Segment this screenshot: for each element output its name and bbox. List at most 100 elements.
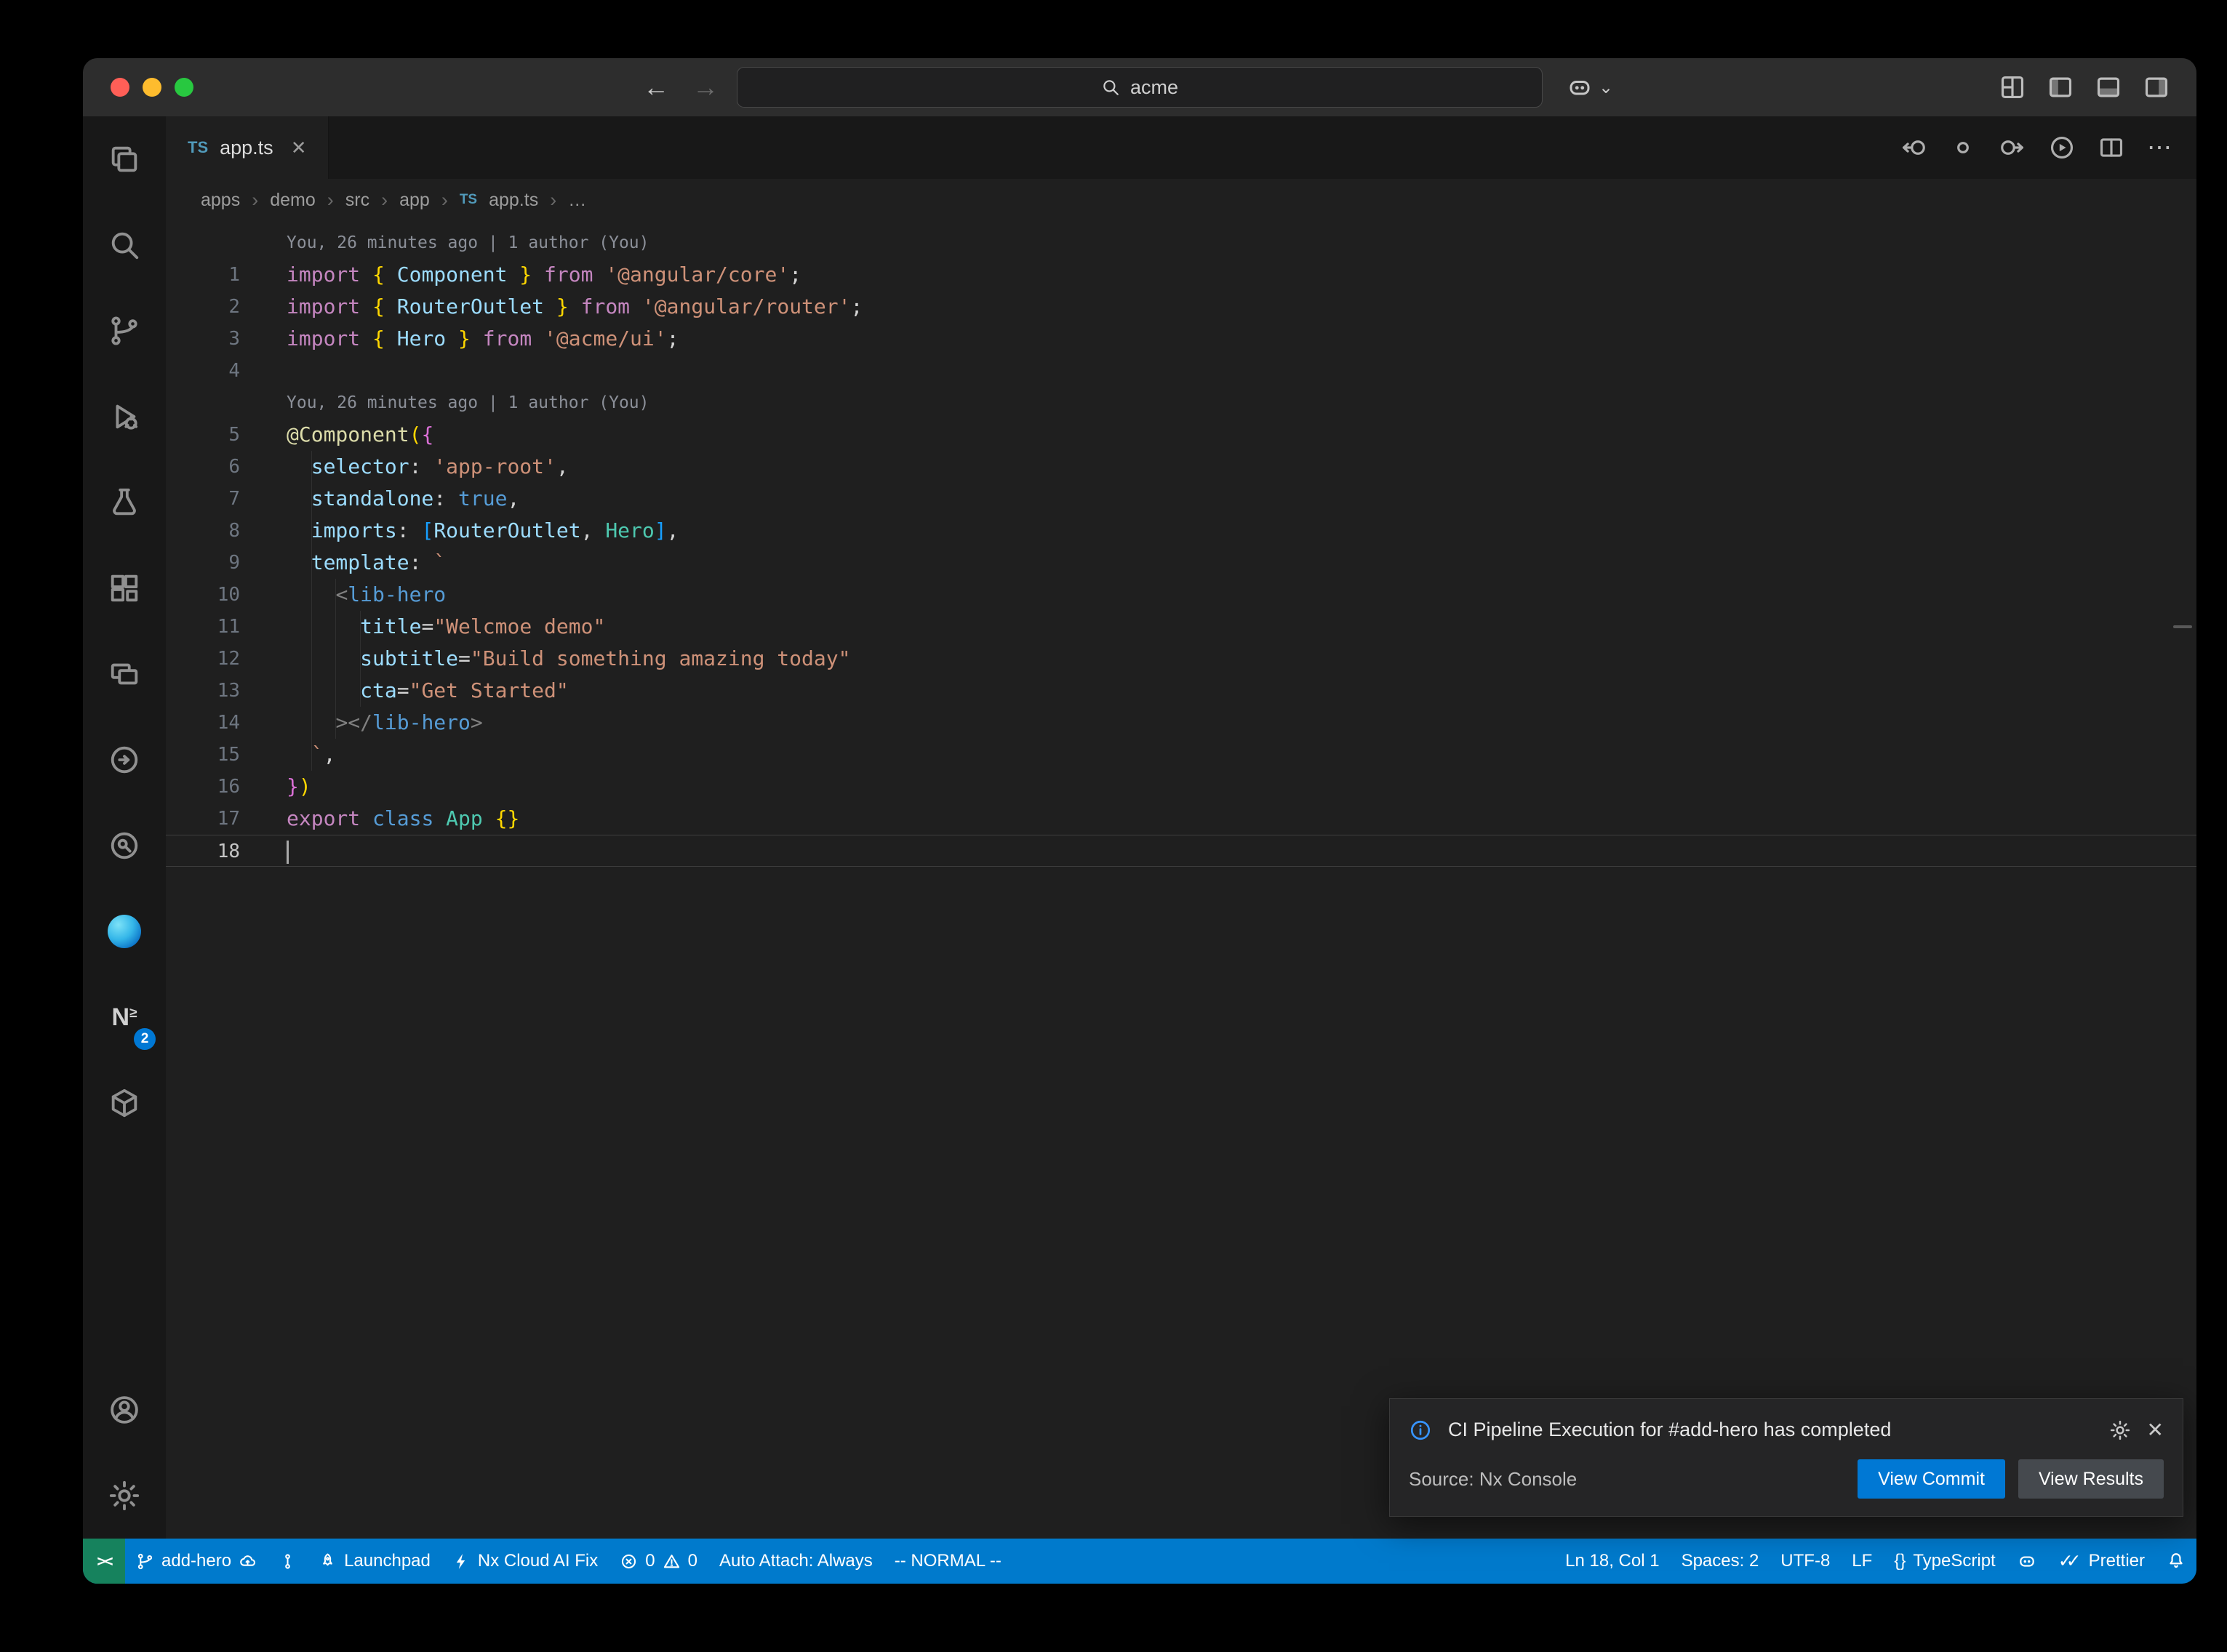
code-line: cta="Get Started" — [240, 675, 569, 707]
nav-dot-icon[interactable] — [1949, 134, 1977, 161]
code-line: }) — [240, 771, 311, 803]
code-row[interactable]: 17export class App {} — [166, 803, 2196, 835]
breadcrumb-item[interactable]: app — [399, 190, 430, 211]
code-row[interactable]: 7 standalone: true, — [166, 483, 2196, 515]
code-row[interactable]: 9 template: ` — [166, 547, 2196, 579]
sidebar-item-package[interactable] — [83, 1060, 166, 1146]
sidebar-item-run-target[interactable] — [83, 717, 166, 803]
double-check-icon: ✓✓ — [2058, 1550, 2074, 1572]
line-number: 5 — [166, 419, 240, 451]
scrollbar-mark — [2173, 625, 2192, 628]
notification-buttons: View Commit View Results — [1858, 1459, 2164, 1499]
git-graph-status[interactable] — [268, 1539, 308, 1584]
code-editor[interactable]: You, 26 minutes ago | 1 author (You)1imp… — [166, 221, 2196, 1539]
sidebar-item-nx-console[interactable]: N≥ 2 — [83, 974, 166, 1060]
nx-cloud-fix-status[interactable]: Nx Cloud AI Fix — [441, 1539, 609, 1584]
view-commit-button[interactable]: View Commit — [1858, 1459, 2005, 1499]
encoding-status[interactable]: UTF-8 — [1770, 1539, 1841, 1584]
breadcrumb-item[interactable]: demo — [270, 190, 316, 211]
account-icon — [108, 1393, 141, 1427]
sidebar-item-edge-tools[interactable] — [83, 889, 166, 974]
more-actions-icon[interactable]: ⋯ — [2147, 133, 2172, 162]
code-row[interactable]: 8 imports: [RouterOutlet, Hero], — [166, 515, 2196, 547]
zoom-window-button[interactable] — [175, 78, 193, 97]
language-mode-status[interactable]: {} TypeScript — [1883, 1539, 2006, 1584]
code-row[interactable]: 4 — [166, 355, 2196, 387]
close-tab-icon[interactable]: ✕ — [291, 137, 307, 159]
code-row[interactable]: 11 title="Welcmoe demo" — [166, 611, 2196, 643]
nav-forward-icon[interactable] — [1999, 134, 2026, 161]
code-row[interactable]: 3import { Hero } from '@acme/ui'; — [166, 323, 2196, 355]
code-row[interactable]: 18 — [166, 835, 2196, 867]
sidebar-item-explorer[interactable] — [83, 116, 166, 202]
notification-close-icon[interactable]: ✕ — [2147, 1418, 2164, 1442]
code-row[interactable]: 2import { RouterOutlet } from '@angular/… — [166, 291, 2196, 323]
run-icon[interactable] — [2048, 134, 2076, 161]
formatter-status[interactable]: ✓✓ Prettier — [2047, 1539, 2156, 1584]
launchpad-status[interactable]: Launchpad — [308, 1539, 441, 1584]
auto-attach-status[interactable]: Auto Attach: Always — [708, 1539, 884, 1584]
screens-icon — [108, 657, 141, 691]
sidebar-item-settings[interactable] — [83, 1453, 166, 1539]
code-row[interactable]: 14 ></lib-hero> — [166, 707, 2196, 739]
indent-guide — [311, 451, 312, 771]
problems-status[interactable]: 0 0 — [609, 1539, 708, 1584]
sidebar-item-accounts[interactable] — [83, 1367, 166, 1453]
branch-status[interactable]: add-hero — [125, 1539, 268, 1584]
view-results-button[interactable]: View Results — [2018, 1459, 2164, 1499]
vim-mode-status[interactable]: -- NORMAL -- — [884, 1539, 1012, 1584]
copilot-menu[interactable]: ⌄ — [1567, 58, 1613, 116]
search-icon — [1101, 78, 1120, 97]
notification-toast: CI Pipeline Execution for #add-hero has … — [1389, 1398, 2183, 1517]
line-number: 2 — [166, 291, 240, 323]
sidebar-item-project-graph[interactable] — [83, 803, 166, 889]
notification-header: CI Pipeline Execution for #add-hero has … — [1390, 1399, 2183, 1448]
files-icon — [108, 143, 141, 176]
code-row[interactable]: 12 subtitle="Build something amazing tod… — [166, 643, 2196, 675]
close-window-button[interactable] — [111, 78, 129, 97]
split-editor-icon[interactable] — [2098, 134, 2125, 161]
tab-app-ts[interactable]: TS app.ts ✕ — [166, 116, 329, 179]
code-rows: You, 26 minutes ago | 1 author (You)1imp… — [166, 227, 2196, 867]
breadcrumb-more[interactable]: … — [568, 190, 586, 211]
code-row[interactable]: 15 `, — [166, 739, 2196, 771]
nav-back-icon[interactable] — [1900, 134, 1927, 161]
code-row[interactable]: 10 <lib-hero — [166, 579, 2196, 611]
code-row[interactable]: 1import { Component } from '@angular/cor… — [166, 259, 2196, 291]
notifications-status[interactable] — [2156, 1539, 2196, 1584]
package-icon — [108, 1086, 141, 1120]
sidebar-item-remote-explorer[interactable] — [83, 631, 166, 717]
code-row[interactable]: 5@Component({ — [166, 419, 2196, 451]
eol-status[interactable]: LF — [1841, 1539, 1883, 1584]
sidebar-item-search[interactable] — [83, 202, 166, 288]
toggle-sidebar-icon[interactable] — [2047, 73, 2074, 101]
code-row[interactable]: 16}) — [166, 771, 2196, 803]
error-icon — [620, 1552, 638, 1571]
history-nav: ← → — [643, 58, 719, 116]
breadcrumb-file[interactable]: app.ts — [489, 190, 538, 211]
warning-icon — [663, 1552, 681, 1571]
nx-cloud-fix-label: Nx Cloud AI Fix — [478, 1551, 598, 1571]
sidebar-item-testing[interactable] — [83, 460, 166, 545]
command-center-search[interactable]: acme — [737, 67, 1543, 108]
chevron-right-icon: › — [441, 189, 448, 212]
minimize-window-button[interactable] — [143, 78, 161, 97]
copilot-status[interactable] — [2007, 1539, 2047, 1584]
remote-icon: >< — [97, 1552, 111, 1570]
forward-icon[interactable]: → — [692, 72, 719, 103]
customize-layout-icon[interactable] — [1999, 73, 2026, 101]
code-row[interactable]: 6 selector: 'app-root', — [166, 451, 2196, 483]
toggle-panel-icon[interactable] — [2095, 73, 2122, 101]
sidebar-item-run-debug[interactable] — [83, 374, 166, 460]
toggle-secondary-sidebar-icon[interactable] — [2143, 73, 2170, 101]
remote-indicator[interactable]: >< — [83, 1539, 125, 1584]
indentation-status[interactable]: Spaces: 2 — [1671, 1539, 1770, 1584]
sidebar-item-source-control[interactable] — [83, 288, 166, 374]
sidebar-item-extensions[interactable] — [83, 545, 166, 631]
notification-settings-gear-icon[interactable] — [2109, 1419, 2131, 1441]
code-row[interactable]: 13 cta="Get Started" — [166, 675, 2196, 707]
cursor-position-status[interactable]: Ln 18, Col 1 — [1554, 1539, 1670, 1584]
breadcrumb-item[interactable]: apps — [201, 190, 240, 211]
back-icon[interactable]: ← — [643, 72, 669, 103]
breadcrumb-item[interactable]: src — [345, 190, 369, 211]
